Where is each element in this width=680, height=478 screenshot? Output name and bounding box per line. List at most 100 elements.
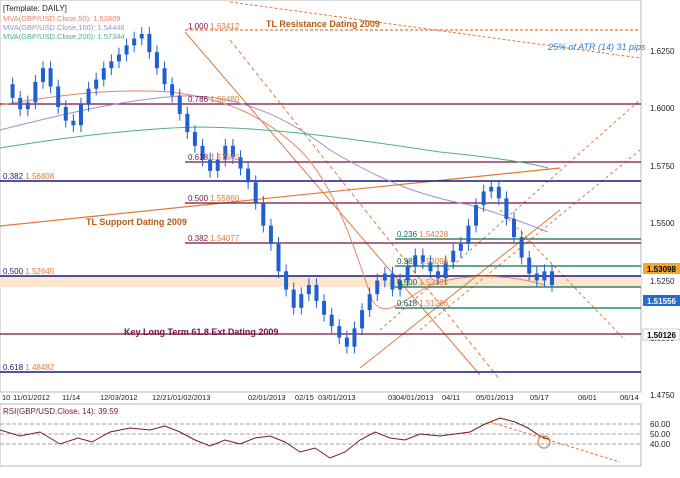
fib-label-618b-value: 1.51266 <box>419 299 448 308</box>
fib-label-500b-value: 1.52181 <box>419 278 448 287</box>
level-label-500-ratio: 0.500 <box>3 267 24 276</box>
key-long-term-label: Key Long Term 61.8 Ext Dating 2009 <box>124 327 278 337</box>
candle-body <box>116 54 121 62</box>
candle-body <box>86 88 91 105</box>
rsi-tick-40: 40.00 <box>650 440 671 449</box>
fib-label-236b-ratio: 0.236 <box>397 230 418 239</box>
candle-body <box>367 294 372 311</box>
level-label-618-ratio: 0.618 <box>3 363 24 372</box>
candle-body <box>246 168 251 183</box>
candle-body <box>512 218 517 238</box>
candle-body <box>489 186 494 192</box>
price-flag-3: 1.50126 <box>642 328 680 341</box>
x-tick: 06/14 <box>620 393 639 402</box>
candle-body <box>322 300 327 315</box>
candle-body <box>78 104 83 126</box>
price-flag-2-text: 1.51556 <box>647 297 676 306</box>
x-tick: 04/11 <box>442 393 460 402</box>
candle-body <box>139 33 144 39</box>
svg-text:0.382 1.56808: 0.382 1.56808 <box>3 172 55 181</box>
candle-body <box>253 182 258 203</box>
candle-body <box>466 225 471 244</box>
fib-label-786-ratio: 0.786 <box>188 95 209 104</box>
fib-label-618-ratio: 0.618 <box>188 153 209 162</box>
chart-root: 1.000 1.63412 0.786 1.60480 0.618 1.5764… <box>0 0 680 473</box>
fib-label-618b-ratio: 0.618 <box>397 299 418 308</box>
legend-ma100: MVA(GBP/USD.Close,100): 1.54446 <box>3 23 125 32</box>
candle-body <box>192 132 197 146</box>
candle-body <box>458 243 463 251</box>
fib-label-382-ratio: 0.382 <box>188 234 209 243</box>
fib-label-1000-value: 1.63412 <box>210 22 239 31</box>
candle-body <box>382 273 387 281</box>
candle-body <box>154 52 159 69</box>
svg-text:0.618 1.57642: 0.618 1.57642 <box>188 153 240 162</box>
chart-canvas: 1.000 1.63412 0.786 1.60480 0.618 1.5764… <box>0 0 680 467</box>
candle-body <box>25 102 30 110</box>
level-label-618-value: 1.48482 <box>25 363 54 372</box>
candle-body <box>101 68 106 80</box>
fib-label-1000-ratio: 1.000 <box>188 22 209 31</box>
candle-body <box>109 61 114 69</box>
rsi-tick-50: 50.00 <box>650 430 671 439</box>
candle-body <box>504 198 509 219</box>
svg-text:0.500 1.52645: 0.500 1.52645 <box>3 267 55 276</box>
svg-text:1.000 1.63412: 1.000 1.63412 <box>188 22 240 31</box>
rsi-label: RSI(GBP/USD.Close, 14): 39.59 <box>3 407 119 416</box>
svg-text:0.618 1.48482: 0.618 1.48482 <box>3 363 55 372</box>
fib-label-382b-ratio: 0.382 <box>397 257 418 266</box>
svg-text:0.236 1.54228: 0.236 1.54228 <box>397 230 449 239</box>
template-label: [Template: DAILY] <box>3 4 67 13</box>
candle-body <box>56 86 61 107</box>
x-tick: 04/01/2013 <box>396 393 434 402</box>
x-tick: 05/01/2013 <box>476 393 514 402</box>
candle-body <box>534 273 539 281</box>
x-tick: 03/01/2013 <box>318 393 356 402</box>
rsi-tick-60: 60.00 <box>650 420 671 429</box>
y-tick: 1.5500 <box>650 219 675 228</box>
candle-body <box>451 250 456 263</box>
candle-body <box>48 68 53 87</box>
fib-label-618-value: 1.57642 <box>210 153 239 162</box>
candle-body <box>40 68 45 82</box>
candle-body <box>306 285 311 295</box>
price-flag-1: 1.53098 <box>643 263 680 274</box>
level-label-500-value: 1.52645 <box>25 267 54 276</box>
candle-body <box>329 314 334 327</box>
candle-body <box>496 186 501 199</box>
svg-text:0.618 1.51266: 0.618 1.51266 <box>397 299 449 308</box>
fib-label-500b-ratio: 0.500 <box>397 278 418 287</box>
candle-body <box>10 84 15 98</box>
candle-body <box>276 243 281 272</box>
candle-body <box>291 289 296 308</box>
x-tick: 02/15 <box>295 393 314 402</box>
candle-body <box>94 79 99 89</box>
candle-body <box>390 273 395 290</box>
x-tick: 10 <box>2 393 10 402</box>
svg-text:0.500 1.55860: 0.500 1.55860 <box>188 194 240 203</box>
level-label-382-value: 1.56808 <box>25 172 54 181</box>
atr-note: 25% of ATR (14) 31 pips <box>547 42 646 52</box>
x-tick: 12/21/01/02/2013 <box>152 393 210 402</box>
fib-label-500-value: 1.55860 <box>210 194 239 203</box>
legend-ma50: MVA(GBP/USD.Close,50): 1.52809 <box>3 14 120 23</box>
tl-support-label: TL Support Dating 2009 <box>86 217 187 227</box>
candle-body <box>474 205 479 226</box>
candle-body <box>261 202 266 226</box>
candle-body <box>177 95 182 114</box>
candle-body <box>519 237 524 258</box>
legend-ma200: MVA(GBP/USD.Close,200): 1.57344 <box>3 32 125 41</box>
candle-body <box>124 45 129 55</box>
candle-body <box>352 328 357 347</box>
candle-body <box>550 271 554 286</box>
fib-label-382b-value: 1.53096 <box>419 257 448 266</box>
candle-body <box>284 271 289 290</box>
tl-resistance-label: TL Resistance Dating 2009 <box>266 19 380 29</box>
candle-body <box>147 33 152 53</box>
candle-body <box>360 310 365 329</box>
x-tick: 11/14 <box>62 393 80 402</box>
candle-body <box>337 326 342 338</box>
candle-body <box>33 81 38 103</box>
candle-body <box>71 120 76 126</box>
candle-body <box>132 38 137 46</box>
